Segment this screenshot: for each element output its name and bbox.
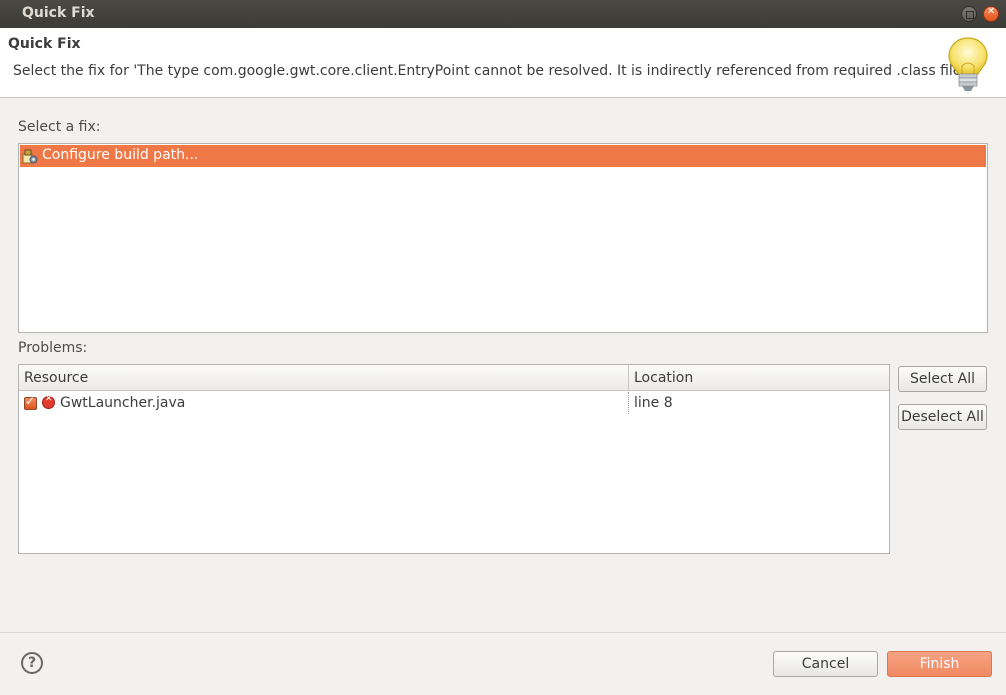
problems-label: Problems: xyxy=(18,340,88,356)
fix-list[interactable]: Configure build path... xyxy=(18,143,988,333)
window-title: Quick Fix xyxy=(22,5,95,21)
select-all-button[interactable]: Select All xyxy=(898,366,987,392)
dialog-title: Quick Fix xyxy=(8,36,81,52)
column-header-resource[interactable]: Resource xyxy=(24,370,88,386)
cell-divider xyxy=(628,392,629,414)
finish-button[interactable]: Finish xyxy=(887,651,992,677)
select-fix-label: Select a fix: xyxy=(18,119,101,135)
build-path-icon xyxy=(22,149,38,164)
maximize-button[interactable] xyxy=(961,6,977,22)
deselect-all-button[interactable]: Deselect All xyxy=(898,404,987,430)
error-icon xyxy=(42,394,55,409)
column-header-location[interactable]: Location xyxy=(634,370,693,386)
problems-table[interactable]: Resource Location GwtLauncher.java line … xyxy=(18,364,890,554)
table-row[interactable]: GwtLauncher.java line 8 xyxy=(19,392,889,416)
fix-item-label: Configure build path... xyxy=(42,147,199,163)
footer-divider xyxy=(0,632,1006,633)
fix-item-configure-build-path[interactable]: Configure build path... xyxy=(20,145,986,167)
title-bar: Quick Fix xyxy=(0,0,1006,28)
dialog-message: Select the fix for 'The type com.google.… xyxy=(13,63,977,79)
problem-checkbox[interactable] xyxy=(24,394,37,410)
help-icon[interactable]: ? xyxy=(21,652,43,674)
problem-location: line 8 xyxy=(634,395,673,411)
problem-resource: GwtLauncher.java xyxy=(60,395,186,411)
cancel-button[interactable]: Cancel xyxy=(773,651,878,677)
lightbulb-icon xyxy=(948,37,988,91)
column-divider[interactable] xyxy=(628,365,629,391)
dialog-header: Quick Fix Select the fix for 'The type c… xyxy=(0,28,1006,98)
table-header: Resource Location xyxy=(19,365,889,391)
close-button[interactable] xyxy=(983,6,999,22)
